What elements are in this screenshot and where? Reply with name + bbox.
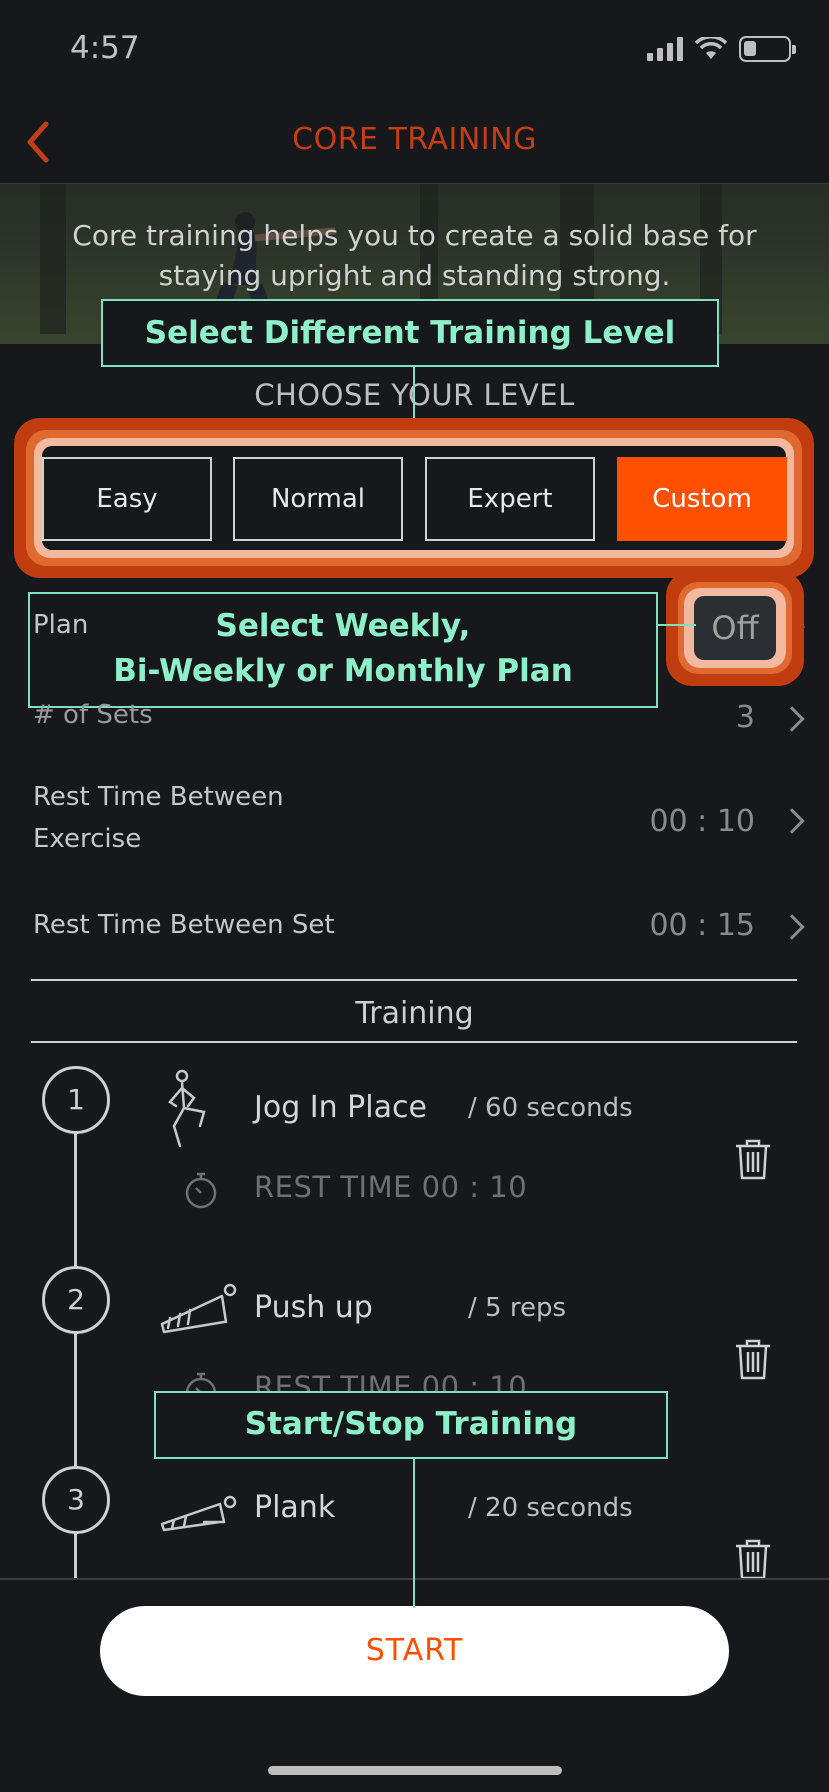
rest-exercise-row[interactable]: Rest Time Between Exercise 00 : 10 — [0, 776, 829, 866]
wifi-icon — [695, 37, 727, 59]
annotation-start: Start/Stop Training — [154, 1391, 668, 1459]
step-number-2: 2 — [42, 1266, 110, 1334]
exercise-amount-1: / 60 seconds — [468, 1093, 633, 1123]
stopwatch-icon — [185, 1172, 217, 1209]
rest-set-label: Rest Time Between Set — [33, 910, 335, 940]
page-title: CORE TRAINING — [292, 122, 537, 157]
annotation-start-text: Start/Stop Training — [244, 1406, 578, 1442]
exercise-amount-2: / 5 reps — [468, 1293, 566, 1323]
sets-row[interactable]: # of Sets 3 — [0, 694, 829, 754]
divider-top — [31, 979, 797, 981]
level-expert-button[interactable]: Expert — [425, 457, 595, 541]
divider-bottom — [31, 1041, 797, 1043]
annotation-level: Select Different Training Level — [101, 299, 719, 367]
battery-icon — [739, 36, 796, 62]
exercise-name-2: Push up — [254, 1290, 373, 1325]
exercise-amount-3: / 20 seconds — [468, 1493, 633, 1523]
trash-icon[interactable] — [734, 1338, 772, 1380]
rest-set-value: 00 : 15 — [649, 908, 755, 943]
rest-exercise-value: 00 : 10 — [649, 804, 755, 839]
status-bar: 4:57 — [0, 0, 829, 100]
start-button[interactable]: START — [100, 1606, 729, 1696]
jogging-figure-icon — [168, 1069, 206, 1148]
plan-value[interactable]: Off — [694, 596, 776, 660]
exercise-name-1: Jog In Place — [254, 1090, 427, 1125]
annotation-plan-line1: Select Weekly, — [215, 608, 471, 644]
level-custom-button[interactable]: Custom — [617, 457, 787, 541]
status-icons — [647, 36, 796, 62]
trash-icon[interactable] — [734, 1138, 772, 1180]
training-header: Training — [355, 996, 474, 1031]
hero-description: Core training helps you to create a soli… — [72, 219, 757, 292]
cellular-signal-icon — [647, 37, 683, 61]
status-time: 4:57 — [70, 30, 140, 66]
level-easy-button[interactable]: Easy — [42, 457, 212, 541]
step-number-1: 1 — [42, 1066, 110, 1134]
nav-bar: CORE TRAINING — [0, 100, 829, 184]
trash-icon[interactable] — [734, 1538, 772, 1580]
rest-exercise-label-line1: Rest Time Between — [33, 782, 284, 812]
annotation-plan: Select Weekly, Bi-Weekly or Monthly Plan — [28, 592, 658, 708]
rest-time-1: REST TIME 00 : 10 — [254, 1170, 528, 1204]
level-normal-button[interactable]: Normal — [233, 457, 403, 541]
rest-exercise-label-line2: Exercise — [33, 824, 142, 854]
step-number-3: 3 — [42, 1466, 110, 1534]
rest-set-row[interactable]: Rest Time Between Set 00 : 15 — [0, 904, 829, 964]
exercise-name-3: Plank — [254, 1490, 336, 1525]
pushup-figure-icon — [160, 1283, 237, 1334]
sets-chevron-icon — [779, 706, 805, 732]
annotation-level-text: Select Different Training Level — [144, 315, 676, 351]
rest-exercise-chevron-icon — [779, 808, 805, 834]
home-indicator[interactable] — [268, 1766, 562, 1775]
plank-figure-icon — [160, 1495, 237, 1532]
annotation-plan-line2: Bi-Weekly or Monthly Plan — [113, 653, 573, 689]
sets-value: 3 — [735, 700, 755, 735]
rest-set-chevron-icon — [779, 914, 805, 940]
sets-label: # of Sets — [33, 700, 153, 730]
